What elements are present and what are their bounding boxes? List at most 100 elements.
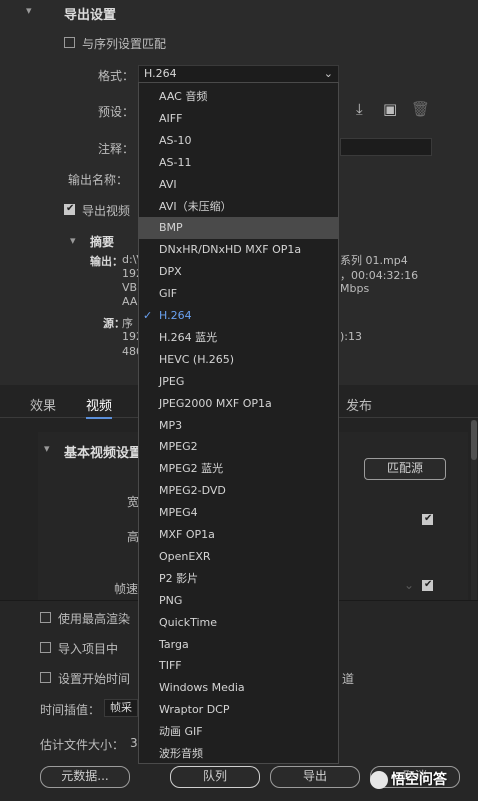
match-sequence-label: 与序列设置匹配	[82, 37, 167, 51]
format-option[interactable]: AIFF	[139, 108, 338, 130]
format-option[interactable]: ✓ H.264	[139, 305, 338, 327]
summary-output-filename: 系列 01.mp4	[340, 254, 408, 267]
import-project-checkbox[interactable]	[40, 642, 51, 653]
time-interpolation-select[interactable]: 帧采	[104, 699, 138, 717]
manage-preset-icon[interactable]: ▣	[383, 100, 397, 118]
framerate-label: 帧速	[114, 582, 139, 596]
format-option-label: DPX	[159, 265, 182, 279]
format-option-label: AS-11	[159, 155, 192, 169]
format-option[interactable]: AAC 音频	[139, 86, 338, 108]
format-option-label: Targa	[159, 637, 189, 651]
format-option[interactable]: TIFF	[139, 655, 338, 677]
format-option-label: AAC 音频	[159, 90, 208, 103]
video-settings-header: 基本视频设置	[64, 446, 143, 461]
preset-label: 预设：	[98, 105, 135, 119]
comment-field[interactable]	[340, 138, 432, 156]
format-option-label: MP3	[159, 418, 183, 432]
format-option[interactable]: QuickTime	[139, 612, 338, 634]
format-option[interactable]: 动画 GIF	[139, 721, 338, 743]
watermark: 悟空问答	[370, 768, 447, 792]
format-option[interactable]: JPEG2000 MXF OP1a	[139, 393, 338, 415]
framerate-chevron-icon[interactable]: ⌄	[404, 578, 414, 592]
format-option[interactable]: AVI	[139, 174, 338, 196]
time-interpolation-label: 时间插值：	[40, 703, 101, 717]
settings-scrollbar[interactable]	[471, 420, 477, 600]
tab-publish[interactable]: 发布	[346, 395, 372, 414]
summary-output-duration: ，00:04:32:16	[340, 269, 419, 282]
format-option-label: AVI（未压缩）	[159, 199, 232, 213]
framerate-checkbox[interactable]	[422, 579, 433, 591]
format-option[interactable]: DNxHR/DNxHD MXF OP1a	[139, 239, 338, 261]
format-option-label: OpenEXR	[159, 549, 211, 563]
tab-video[interactable]: 视频	[86, 395, 113, 419]
format-option-label: QuickTime	[159, 615, 218, 629]
export-video-checkbox[interactable]	[64, 203, 75, 215]
scrollbar-thumb[interactable]	[471, 420, 477, 460]
format-option[interactable]: PNG	[139, 590, 338, 612]
format-option[interactable]: DPX	[139, 261, 338, 283]
video-settings-chevron-icon[interactable]: ▾	[44, 442, 50, 455]
match-sequence-checkbox[interactable]	[64, 37, 75, 48]
format-option[interactable]: AVI（未压缩）	[139, 196, 338, 218]
summary-header: 摘要	[90, 235, 115, 249]
summary-chevron-icon[interactable]: ▾	[70, 234, 76, 247]
format-option-label: HEVC (H.265)	[159, 352, 235, 366]
format-option[interactable]: BMP	[139, 217, 338, 240]
time-interpolation-value: 帧采	[110, 701, 132, 714]
format-option[interactable]: P2 影片	[139, 568, 338, 590]
collapse-chevron-icon[interactable]: ▾	[26, 4, 32, 17]
format-option-label: P2 影片	[159, 571, 199, 585]
format-label: 格式：	[98, 69, 135, 83]
match-source-button[interactable]: 匹配源	[364, 458, 446, 480]
lock-ratio-checkbox[interactable]	[422, 513, 433, 525]
format-option[interactable]: MPEG4	[139, 502, 338, 524]
delete-preset-icon[interactable]: 🗑	[411, 100, 430, 118]
import-preset-icon[interactable]: ⤓	[356, 100, 363, 118]
format-option[interactable]: Targa	[139, 634, 338, 656]
format-option[interactable]: HEVC (H.265)	[139, 349, 338, 371]
max-render-label: 使用最高渲染	[58, 612, 131, 626]
format-option-label: BMP	[159, 221, 183, 235]
max-render-checkbox[interactable]	[40, 612, 51, 623]
format-option-label: MPEG2 蓝光	[159, 462, 224, 476]
format-option-label: AS-10	[159, 133, 192, 147]
format-option[interactable]: H.264 蓝光	[139, 327, 338, 349]
format-option-label: DNxHR/DNxHD MXF OP1a	[159, 243, 302, 257]
tab-effects[interactable]: 效果	[30, 395, 56, 414]
format-option[interactable]: GIF	[139, 283, 338, 305]
format-option-label: PNG	[159, 593, 183, 607]
format-option-label: JPEG2000 MXF OP1a	[159, 396, 272, 410]
set-start-time-checkbox[interactable]	[40, 672, 51, 683]
format-option[interactable]: MPEG2-DVD	[139, 480, 338, 502]
format-option[interactable]: AS-11	[139, 152, 338, 174]
format-option-label: H.264	[159, 309, 192, 322]
queue-button[interactable]: 队列	[170, 766, 260, 788]
format-option[interactable]: AS-10	[139, 130, 338, 152]
format-option[interactable]: OpenEXR	[139, 546, 338, 568]
format-option[interactable]: MP3	[139, 415, 338, 437]
format-dropdown-list[interactable]: AAC 音频 AIFF AS-10 AS-11 AVI AVI（未压缩） BMP DNxHR/…	[138, 82, 339, 764]
export-settings-header: 导出设置	[64, 8, 117, 23]
format-option-label: MPEG2	[159, 440, 198, 454]
format-option[interactable]: MPEG2 蓝光	[139, 458, 338, 480]
export-button[interactable]: 导出	[270, 766, 360, 788]
chevron-down-icon: ⌄	[323, 67, 333, 80]
format-option-label: MXF OP1a	[159, 528, 215, 541]
estimated-size-label: 估计文件大小：	[40, 738, 125, 752]
format-option[interactable]: Wraptor DCP	[139, 699, 338, 721]
format-option[interactable]: JPEG	[139, 371, 338, 393]
checkmark-icon: ✓	[143, 309, 153, 322]
format-select[interactable]: H.264 ⌄	[138, 65, 339, 83]
export-video-label: 导出视频	[82, 204, 131, 218]
metadata-button[interactable]: 元数据...	[40, 766, 130, 788]
output-name-label: 输出名称：	[68, 173, 129, 187]
summary-output-bitrate: Mbps	[340, 282, 370, 295]
format-option-label: Windows Media	[159, 681, 245, 695]
format-option[interactable]: MXF OP1a	[139, 524, 338, 546]
format-option-label: TIFF	[159, 659, 182, 673]
format-option-label: MPEG2-DVD	[159, 484, 226, 498]
format-option[interactable]: Windows Media	[139, 677, 338, 699]
format-option[interactable]: MPEG2	[139, 436, 338, 458]
format-option-label: JPEG	[159, 374, 185, 388]
format-option[interactable]: 波形音频	[139, 743, 338, 765]
